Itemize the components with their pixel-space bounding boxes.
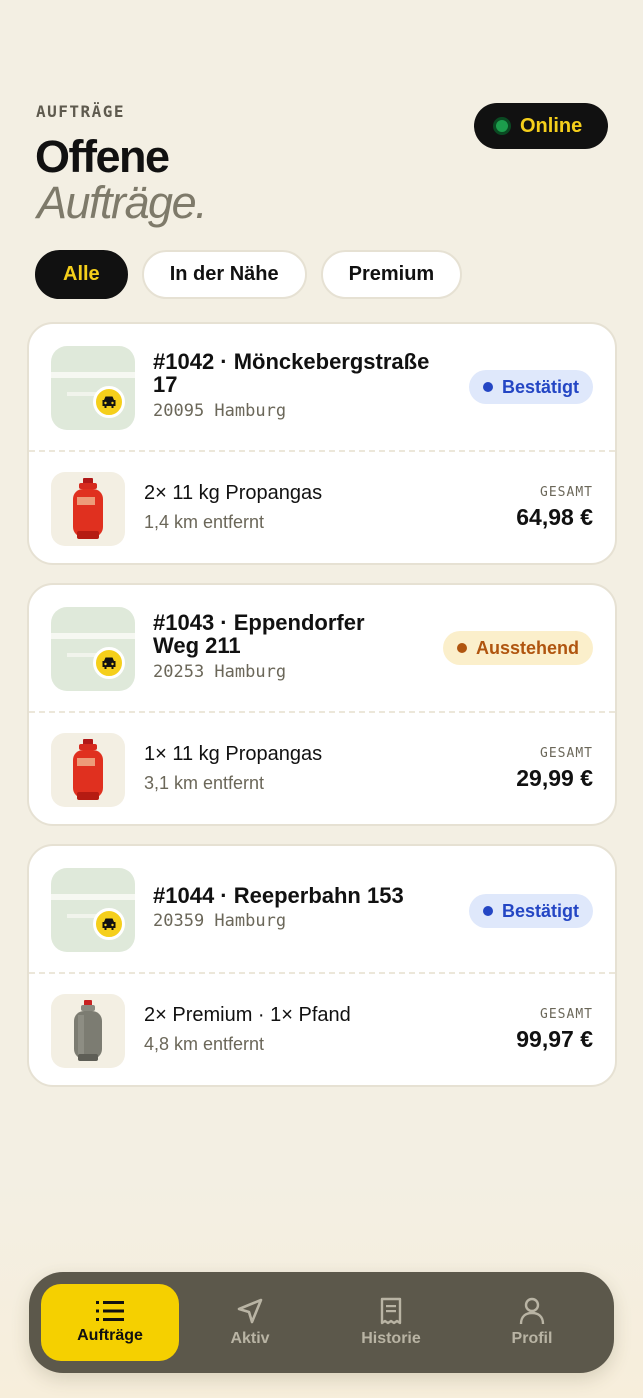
bottom-navigation: Aufträge Aktiv Historie Profil [29,1272,614,1373]
order-title: #1044 · Reeperbahn 153 [153,883,404,908]
car-icon [93,647,125,679]
status-dot-icon [456,643,467,653]
status-dot-icon [482,382,493,392]
nav-item-active[interactable]: Aktiv [181,1284,319,1361]
total-label: GESAMT [540,485,593,500]
page-subtitle: Aufträge. [37,177,208,228]
order-zip: 20253 Hamburg [153,662,287,682]
status-dot-icon [493,117,511,135]
total-label: GESAMT [540,746,593,761]
order-distance: 4,8 km entfernt [144,1034,265,1054]
nav-item-history[interactable]: Historie [322,1284,460,1361]
order-price: 64,98 € [516,504,593,530]
car-icon [93,908,125,940]
order-details: 2× 11 kg Propangas 1,4 km entfernt GESAM… [29,452,615,565]
status-badge-label: Bestätigt [501,900,579,921]
list-icon [96,1301,124,1321]
status-badge-label: Ausstehend [475,637,579,658]
section-eyebrow: AUFTRÄGE [36,102,126,121]
nav-label: Historie [361,1330,421,1347]
order-quantity: 2× 11 kg Propangas [144,482,323,504]
page-title: Offene [35,131,170,182]
order-quantity: 2× Premium · 1× Pfand [144,1004,351,1026]
order-header: #1042 · Mönckebergstraße 17 20095 Hambur… [29,324,615,452]
user-icon [519,1297,545,1325]
order-header: #1044 · Reeperbahn 153 20359 Hamburg Bes… [29,846,615,974]
order-zip: 20095 Hamburg [153,401,287,421]
filter-bar: Alle In der Nähe Premium [35,250,463,299]
navigation-arrow-icon [237,1298,263,1324]
order-price: 29,99 € [516,765,593,791]
online-status-toggle[interactable]: Online [474,103,608,149]
nav-label: Profil [511,1330,553,1347]
status-dot-icon [482,906,493,916]
order-zip: 20359 Hamburg [153,911,287,931]
order-distance: 1,4 km entfernt [144,512,265,532]
map-thumbnail [51,346,135,430]
order-header: #1043 · Eppendorfer Weg 211 20253 Hambur… [29,585,615,713]
total-label: GESAMT [540,1007,593,1022]
nav-item-profile[interactable]: Profil [463,1284,601,1361]
order-quantity: 1× 11 kg Propangas [144,743,323,765]
filter-chip-premium[interactable]: Premium [320,250,463,299]
order-distance: 3,1 km entfernt [144,773,265,793]
propane-tank-image [51,472,125,546]
premium-tank-image [51,994,125,1068]
propane-tank-image [51,733,125,807]
map-thumbnail [51,607,135,691]
order-details: 1× 11 kg Propangas 3,1 km entfernt GESAM… [29,713,615,826]
nav-label: Aufträge [77,1327,143,1344]
map-thumbnail [51,868,135,952]
status-badge: Bestätigt [468,894,593,928]
car-icon [93,386,125,418]
nav-label: Aktiv [230,1330,270,1347]
order-price: 99,97 € [516,1026,593,1052]
receipt-icon [380,1297,402,1325]
status-badge: Bestätigt [468,370,593,404]
order-title: #1042 · Mönckebergstraße 17 [153,349,430,397]
order-card[interactable]: #1044 · Reeperbahn 153 20359 Hamburg Bes… [27,844,617,1087]
online-status-label: Online [520,114,583,137]
nav-item-orders[interactable]: Aufträge [41,1284,179,1361]
status-badge-label: Bestätigt [501,376,579,397]
order-details: 2× Premium · 1× Pfand 4,8 km entfernt GE… [29,974,615,1087]
order-card[interactable]: #1042 · Mönckebergstraße 17 20095 Hambur… [27,322,617,565]
filter-chip-all[interactable]: Alle [35,250,128,299]
order-card[interactable]: #1043 · Eppendorfer Weg 211 20253 Hambur… [27,583,617,826]
order-title: #1043 · Eppendorfer Weg 211 [153,610,365,658]
filter-chip-nearby[interactable]: In der Nähe [141,250,307,299]
status-badge: Ausstehend [442,631,593,665]
